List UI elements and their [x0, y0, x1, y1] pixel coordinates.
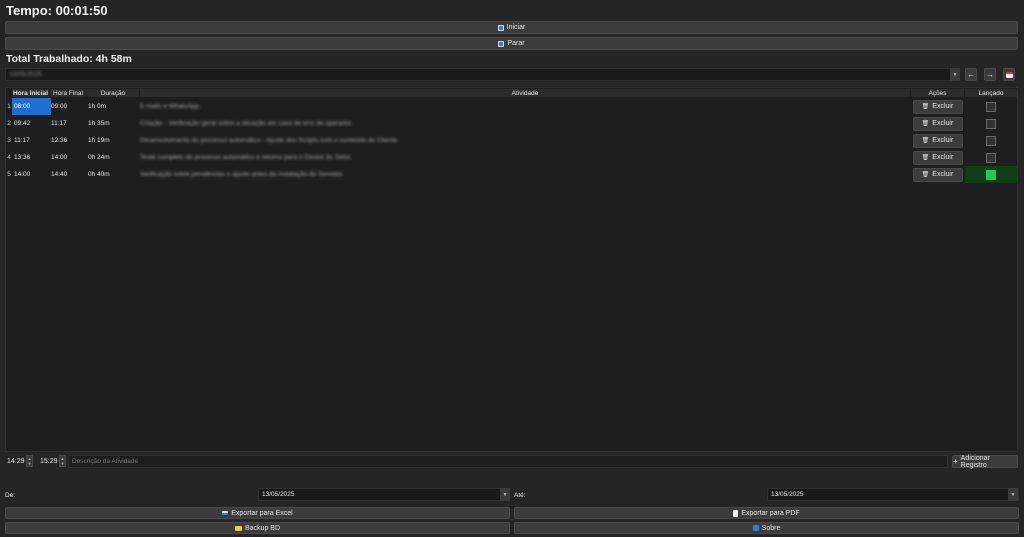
new-start-time-input[interactable]: 14:29: [5, 455, 27, 468]
prev-day-button[interactable]: ←: [965, 68, 977, 81]
launched-checkbox[interactable]: [986, 118, 996, 129]
trash-icon: 🗑: [921, 121, 930, 127]
info-icon: [752, 525, 759, 531]
cell-duration[interactable]: 1h 19m: [88, 132, 138, 149]
start-time-spinner[interactable]: ▲ ▼: [26, 455, 33, 467]
trash-icon: 🗑: [921, 104, 930, 110]
delete-button[interactable]: 🗑 Excluir: [912, 133, 963, 148]
delete-button[interactable]: 🗑 Excluir: [912, 167, 963, 182]
cell-end-time[interactable]: 14:00: [51, 149, 85, 166]
total-worked: Total Trabalhado: 4h 58m: [6, 53, 132, 65]
launched-checkbox[interactable]: [986, 152, 996, 163]
backup-button[interactable]: Backup BD: [5, 522, 510, 534]
delete-button-label: Excluir: [932, 120, 954, 127]
arrow-right-icon: →: [986, 70, 994, 79]
cell-start-time[interactable]: 11:17: [12, 132, 51, 149]
to-date-value: 13/05/2025: [771, 491, 804, 498]
col-header-start[interactable]: Hora Inicial: [12, 89, 49, 97]
launched-checkbox[interactable]: [986, 135, 996, 146]
cell-start-time[interactable]: 13:36: [12, 149, 51, 166]
delete-button[interactable]: 🗑 Excluir: [912, 150, 963, 165]
table-row[interactable]: 2 09:42 11:17 1h 35m Criação - Verificaç…: [6, 115, 1018, 132]
new-end-time-input[interactable]: 15:29: [38, 455, 60, 468]
launched-checkbox-checked[interactable]: [986, 169, 996, 180]
table-row[interactable]: 1 08:00 09:00 1h 0m E-mails e WhatsApp. …: [6, 98, 1018, 115]
date-dropdown-icon[interactable]: ▼: [950, 68, 960, 81]
col-header-launched[interactable]: Lançado: [965, 89, 1017, 97]
col-header-end[interactable]: Hora Final: [50, 89, 86, 97]
cell-activity[interactable]: Desenvolvimento do processo automático -…: [140, 132, 910, 149]
about-label: Sobre: [761, 524, 781, 532]
cell-activity[interactable]: E-mails e WhatsApp.: [140, 98, 910, 115]
spreadsheet-icon: [222, 511, 229, 515]
plus-icon: +: [953, 457, 958, 466]
play-icon: [497, 24, 504, 31]
spin-down-icon: ▼: [60, 461, 65, 466]
trash-icon: 🗑: [921, 138, 930, 144]
document-icon: [733, 509, 739, 517]
cell-start-time[interactable]: 14:00: [12, 166, 51, 183]
to-date-dropdown-icon[interactable]: ▼: [1008, 488, 1018, 501]
delete-button[interactable]: 🗑 Excluir: [912, 116, 963, 131]
delete-button-label: Excluir: [932, 171, 954, 178]
delete-button-label: Excluir: [932, 103, 954, 110]
add-record-label: Adicionar Registro: [960, 454, 990, 469]
start-button-label: Iniciar: [506, 24, 526, 31]
delete-button-label: Excluir: [932, 137, 954, 144]
cell-duration[interactable]: 0h 24m: [88, 149, 138, 166]
export-pdf-label: Exportar para PDF: [741, 509, 800, 517]
from-label: De:: [5, 492, 16, 499]
cell-duration[interactable]: 1h 35m: [88, 115, 138, 132]
cell-end-time[interactable]: 14:40: [51, 166, 85, 183]
end-time-spinner[interactable]: ▲ ▼: [59, 455, 66, 467]
cell-start-time[interactable]: 08:00: [12, 98, 51, 115]
to-label: Até:: [514, 492, 526, 499]
from-date-value: 13/05/2025: [262, 491, 295, 498]
col-header-activity[interactable]: Atividade: [140, 89, 910, 97]
cell-activity[interactable]: Criação - Verificação geral sobre a situ…: [140, 115, 910, 132]
about-button[interactable]: Sobre: [514, 522, 1019, 534]
folder-icon: [234, 525, 242, 531]
delete-button-label: Excluir: [932, 154, 954, 161]
stop-button[interactable]: Parar: [5, 37, 1018, 50]
cell-activity[interactable]: Teste completo do processo automático e …: [140, 149, 910, 166]
cell-end-time[interactable]: 11:17: [51, 115, 85, 132]
col-header-actions[interactable]: Ações: [911, 89, 964, 97]
cell-start-time[interactable]: 09:42: [12, 115, 51, 132]
calendar-icon: [1005, 71, 1013, 78]
arrow-left-icon: ←: [967, 70, 975, 79]
date-selector[interactable]: 13/05/2025: [5, 68, 960, 81]
stop-icon: [498, 40, 505, 47]
table-row[interactable]: 5 14:00 14:40 0h 40m Verificação sobre p…: [6, 166, 1018, 183]
trash-icon: 🗑: [921, 172, 930, 178]
cell-duration[interactable]: 1h 0m: [88, 98, 138, 115]
export-excel-button[interactable]: Exportar para Excel: [5, 507, 510, 519]
export-excel-label: Exportar para Excel: [231, 509, 293, 517]
to-date-input[interactable]: 13/05/2025: [767, 488, 1019, 501]
delete-button[interactable]: 🗑 Excluir: [912, 99, 963, 114]
start-button[interactable]: Iniciar: [5, 21, 1018, 34]
export-pdf-button[interactable]: Exportar para PDF: [514, 507, 1019, 519]
next-day-button[interactable]: →: [984, 68, 996, 81]
cell-duration[interactable]: 0h 40m: [88, 166, 138, 183]
cell-end-time[interactable]: 12:36: [51, 132, 85, 149]
from-date-input[interactable]: 13/05/2025: [258, 488, 510, 501]
table-row[interactable]: 3 11:17 12:36 1h 19m Desenvolvimento do …: [6, 132, 1018, 149]
launched-checkbox[interactable]: [986, 101, 996, 112]
backup-label: Backup BD: [244, 524, 281, 532]
table-row[interactable]: 4 13:36 14:00 0h 24m Teste completo do p…: [6, 149, 1018, 166]
calendar-button[interactable]: [1003, 68, 1015, 81]
cell-end-time[interactable]: 09:00: [51, 98, 85, 115]
timer-display: Tempo: 00:01:50: [6, 3, 108, 18]
add-record-button[interactable]: + Adicionar Registro: [952, 454, 1018, 469]
cell-activity[interactable]: Verificação sobre pendências e ajuste an…: [140, 166, 910, 183]
col-header-duration[interactable]: Duração: [87, 89, 139, 97]
trash-icon: 🗑: [921, 155, 930, 161]
from-date-dropdown-icon[interactable]: ▼: [500, 488, 510, 501]
stop-button-label: Parar: [507, 40, 525, 47]
spin-down-icon: ▼: [27, 461, 32, 466]
activity-table: Hora Inicial Hora Final Duração Atividad…: [5, 87, 1018, 452]
date-selector-value: 13/05/2025: [9, 71, 42, 78]
activity-description-input[interactable]: [68, 455, 948, 468]
